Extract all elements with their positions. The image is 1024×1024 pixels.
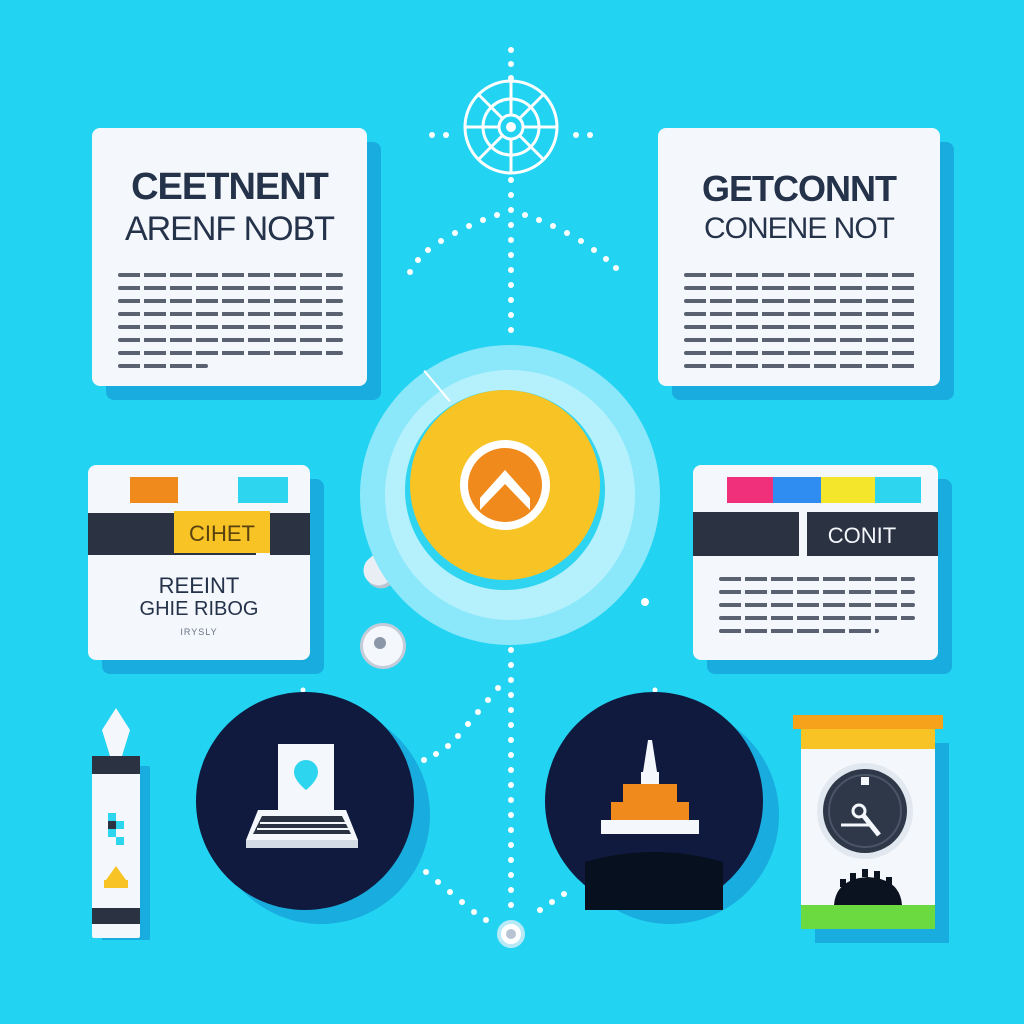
connector-arc-right	[522, 212, 619, 271]
card-footnote: IRYSLY	[180, 627, 218, 637]
tag-text: CIHET	[189, 521, 255, 546]
card-body-text	[118, 273, 343, 377]
color-swatch-yellow	[821, 477, 875, 503]
compass-icon	[463, 79, 559, 175]
color-swatch-magenta	[727, 477, 773, 503]
color-swatch-blue	[773, 477, 821, 503]
connector-diag-right	[421, 685, 501, 763]
color-swatch-orange	[130, 477, 178, 503]
bar-label: CONIT	[827, 523, 897, 548]
magnifier-icon	[355, 345, 665, 675]
color-swatch-cyan	[238, 477, 288, 503]
connector-bottom-left	[423, 869, 489, 923]
canister	[793, 715, 943, 930]
chevron-up-icon	[460, 440, 550, 530]
gauge-icon	[817, 763, 913, 859]
card-mid-left: CIHET REEINT GHIE RIBOG IRYSLY	[88, 465, 310, 660]
card-title-line2: GHIE RIBOG	[139, 598, 259, 620]
laptop-icon	[246, 744, 358, 848]
pedestal-icon	[585, 740, 723, 910]
pedestal-disc	[545, 692, 763, 910]
battery-icon	[90, 708, 140, 940]
card-title-line1: CEETNENT	[131, 166, 329, 208]
card-mid-right: CONIT	[693, 465, 938, 660]
gear-base-icon	[834, 869, 902, 905]
card-body-text	[684, 273, 916, 377]
card-body-text	[719, 577, 915, 642]
laptop-disc	[196, 692, 414, 910]
card-title-line2: CONENE NOT	[703, 212, 895, 245]
card-top-left: CEETNENT ARENF NOBT	[92, 128, 367, 386]
card-top-right: GETCONNT CONENE NOT	[658, 128, 940, 386]
card-title-line2: ARENF NOBT	[124, 210, 335, 248]
connector-arc-left	[407, 212, 500, 275]
card-title-line1: GETCONNT	[702, 168, 897, 209]
card-title-line1: REEINT	[158, 573, 240, 598]
color-swatch-cyan	[875, 477, 921, 503]
